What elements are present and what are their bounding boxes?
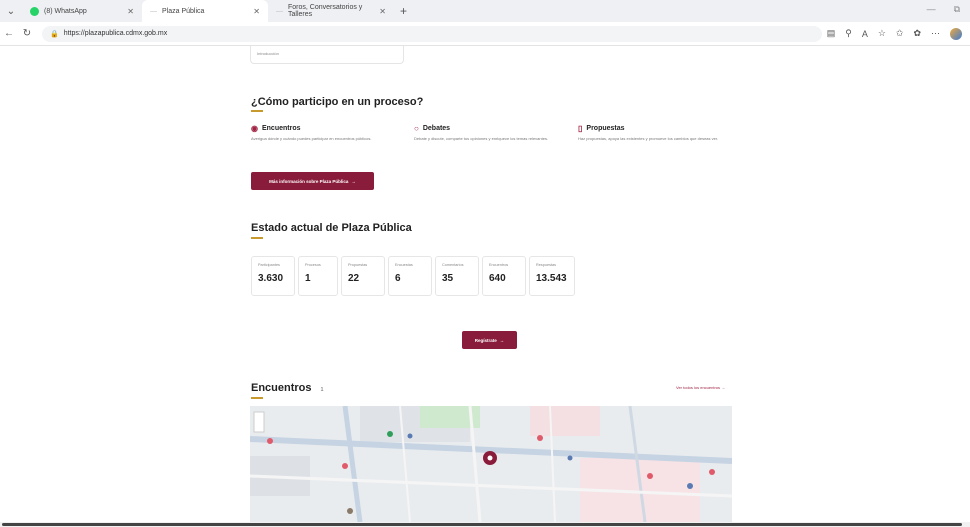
stat-label: Propuestas (348, 263, 368, 267)
url-text: https://plazapublica.cdmx.gob.mx (63, 30, 168, 37)
restore-icon[interactable]: ⧉ (954, 4, 960, 15)
divider: — (276, 7, 283, 15)
document-icon: ▯ (578, 124, 583, 133)
stat-value: 35 (442, 273, 454, 284)
tab-label: Plaza Pública (162, 7, 205, 15)
stat-label: Comentarios (442, 263, 464, 267)
horizontal-scrollbar[interactable] (0, 522, 970, 527)
process-description: Averigua dónde y cuándo puedes participa… (251, 136, 372, 141)
process-title: Encuentros (261, 125, 301, 132)
arrow-right-icon: → (499, 337, 505, 343)
divider: — (150, 7, 157, 15)
pin-icon: ◉ (251, 124, 258, 133)
page-content: Introducción ¿Cómo participo en un proce… (0, 46, 970, 522)
more-info-button[interactable]: Más información sobre Plaza Pública → (251, 172, 374, 190)
heading-underline (251, 237, 263, 239)
lock-icon: 🔒 (50, 30, 59, 38)
stat-label: Procesos (305, 263, 321, 267)
stat-encuentros: Encuentros 640 (482, 256, 526, 296)
previous-card: Introducción (250, 46, 404, 64)
process-debates[interactable]: ○ Debates Debate y discute, comparte tus… (414, 124, 564, 141)
new-tab-icon[interactable]: + (394, 4, 413, 18)
stat-encuestas: Encuestas 6 (388, 256, 432, 296)
stat-value: 640 (489, 273, 506, 284)
stat-label: Participantes (258, 263, 280, 267)
close-tab-icon[interactable]: ✕ (127, 7, 134, 16)
arrow-right-icon: → (351, 178, 356, 184)
favorite-icon[interactable]: ☆ (878, 28, 886, 39)
more-icon[interactable]: ⋯ (931, 28, 940, 39)
refresh-icon[interactable]: ↻ (18, 28, 36, 39)
process-propuestas[interactable]: ▯ Propuestas Haz propuestas, apoya las e… (578, 124, 728, 141)
url-field[interactable]: 🔒 https://plazapublica.cdmx.gob.mx (42, 25, 822, 42)
profile-avatar[interactable] (950, 27, 962, 40)
browser-tab-bar: ⌄ (8) WhatsApp ✕ — Plaza Pública ✕ — For… (0, 0, 970, 22)
card-text: Introducción (257, 51, 279, 56)
process-description: Haz propuestas, apoya las existentes y p… (578, 136, 719, 141)
stat-procesos: Procesos 1 (298, 256, 338, 296)
close-tab-icon[interactable]: ✕ (379, 7, 386, 16)
participate-heading: ¿Cómo participo en un proceso? (251, 96, 424, 108)
stat-propuestas: Propuestas 22 (341, 256, 385, 296)
scrollbar-thumb[interactable] (2, 523, 962, 526)
stat-value: 22 (348, 273, 360, 284)
meetings-map[interactable] (250, 406, 732, 522)
tab-foros[interactable]: — Foros, Conversatorios y Talleres ✕ (268, 0, 394, 22)
stat-value: 1 (305, 273, 311, 284)
heading-underline (251, 397, 263, 399)
stat-value: 13.543 (536, 273, 567, 284)
stat-label: Respuestas (536, 263, 557, 267)
stat-respuestas: Respuestas 13.543 (529, 256, 575, 296)
collections-icon[interactable]: ✩ (896, 28, 904, 39)
tab-label: (8) WhatsApp (44, 7, 87, 15)
back-icon[interactable]: ← (0, 28, 18, 39)
register-button[interactable]: Regístrate → (462, 331, 517, 349)
zoom-icon[interactable]: ⚲ (845, 28, 852, 39)
meetings-title: Encuentros (251, 382, 312, 394)
meetings-heading: Encuentros 1 (251, 382, 323, 394)
see-all-meetings-link[interactable]: Ver todos los encuentros → (676, 385, 725, 390)
process-title: Debates (422, 125, 451, 132)
read-aloud-icon[interactable]: A (862, 29, 868, 39)
process-title: Propuestas (586, 125, 625, 132)
heading-underline (251, 110, 263, 112)
map-canvas (250, 406, 732, 522)
tab-actions-chevron-icon[interactable]: ⌄ (0, 0, 22, 22)
tab-whatsapp[interactable]: (8) WhatsApp ✕ (22, 0, 142, 22)
tab-label: Foros, Conversatorios y Talleres (288, 4, 363, 18)
reader-icon[interactable]: ▤ (827, 28, 836, 39)
minimize-icon[interactable]: — (927, 4, 936, 15)
tab-plaza-publica[interactable]: — Plaza Pública ✕ (142, 0, 268, 22)
status-heading: Estado actual de Plaza Pública (251, 222, 412, 234)
link-label: Ver todos los encuentros (676, 385, 721, 390)
stat-participantes: Participantes 3.630 (251, 256, 295, 296)
process-description: Debate y discute, comparte tus opiniones… (414, 136, 549, 141)
button-label: Regístrate (474, 337, 497, 343)
stat-value: 6 (395, 273, 401, 284)
address-bar-row: ← ↻ 🔒 https://plazapublica.cdmx.gob.mx ▤… (0, 22, 970, 46)
chat-icon: ○ (414, 124, 419, 133)
meetings-count: 1 (320, 387, 324, 393)
stat-comentarios: Comentarios 35 (435, 256, 479, 296)
button-label: Más información sobre Plaza Pública (269, 178, 349, 184)
extensions-icon[interactable]: ✿ (913, 28, 921, 39)
whatsapp-icon (30, 6, 39, 16)
stat-label: Encuentros (489, 263, 509, 267)
stat-label: Encuestas (395, 263, 413, 267)
browser-toolbar: ▤ ⚲ A ☆ ✩ ✿ ⋯ (827, 27, 970, 40)
close-tab-icon[interactable]: ✕ (253, 7, 260, 16)
process-encuentros[interactable]: ◉ Encuentros Averigua dónde y cuándo pue… (251, 124, 401, 141)
stat-value: 3.630 (258, 273, 284, 284)
window-controls: — ⧉ (927, 4, 960, 15)
